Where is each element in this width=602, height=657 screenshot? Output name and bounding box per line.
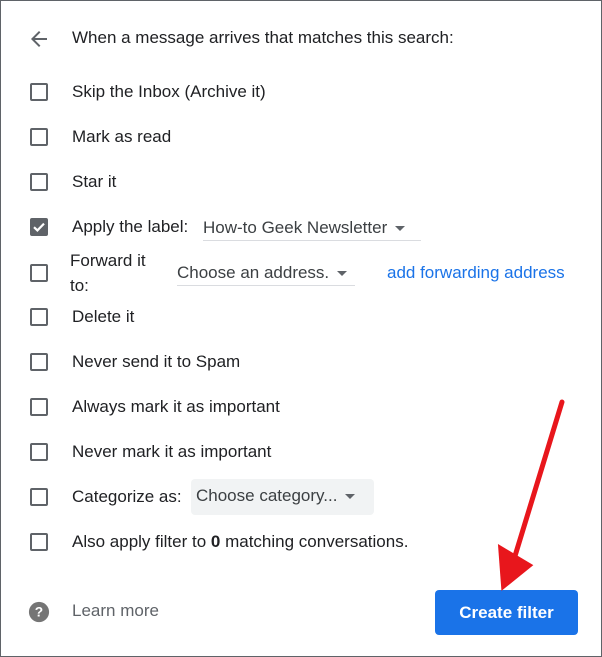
forward-address-select[interactable]: Choose an address. xyxy=(177,260,355,286)
option-skip-inbox: Skip the Inbox (Archive it) xyxy=(1,74,601,110)
option-also-apply: Also apply filter to 0 matching conversa… xyxy=(1,524,601,560)
learn-more-link[interactable]: Learn more xyxy=(72,601,159,621)
never-important-checkbox[interactable] xyxy=(30,443,48,461)
delete-label: Delete it xyxy=(72,307,135,326)
also-apply-prefix: Also apply filter to xyxy=(72,532,211,551)
category-select[interactable]: Choose category... xyxy=(191,479,374,515)
apply-label-label: Apply the label: xyxy=(72,217,189,236)
label-select[interactable]: How-to Geek Newsletter xyxy=(203,215,421,241)
apply-label-checkbox[interactable] xyxy=(30,218,48,236)
option-apply-label: Apply the label: How-to Geek Newsletter xyxy=(1,209,601,245)
mark-as-read-label: Mark as read xyxy=(72,127,172,146)
checkmark-icon xyxy=(33,222,45,232)
option-forward: Forward it to: Choose an address. add fo… xyxy=(1,251,601,298)
never-spam-checkbox[interactable] xyxy=(30,353,48,371)
skip-inbox-label: Skip the Inbox (Archive it) xyxy=(72,82,266,101)
category-select-value: Choose category... xyxy=(196,486,338,505)
option-never-spam: Never send it to Spam xyxy=(1,344,601,380)
categorize-label: Categorize as: xyxy=(72,487,182,506)
add-forwarding-link[interactable]: add forwarding address xyxy=(387,263,565,283)
skip-inbox-checkbox[interactable] xyxy=(30,83,48,101)
mark-as-read-checkbox[interactable] xyxy=(30,128,48,146)
back-arrow-icon[interactable] xyxy=(27,27,51,51)
never-spam-label: Never send it to Spam xyxy=(72,352,241,371)
dropdown-caret-icon xyxy=(395,226,406,232)
dropdown-caret-icon xyxy=(345,494,356,500)
always-important-checkbox[interactable] xyxy=(30,398,48,416)
also-apply-label: Also apply filter to 0 matching conversa… xyxy=(72,531,408,553)
matching-count: 0 xyxy=(210,532,221,551)
also-apply-suffix: matching conversations. xyxy=(220,532,409,551)
forward-select-value: Choose an address. xyxy=(177,263,330,282)
forward-checkbox[interactable] xyxy=(30,264,48,282)
forward-label-line2: to: xyxy=(70,276,89,295)
option-mark-as-read: Mark as read xyxy=(1,119,601,155)
star-it-label: Star it xyxy=(72,172,117,191)
always-important-label: Always mark it as important xyxy=(72,397,280,416)
forward-label-line1: Forward it xyxy=(70,251,146,270)
create-filter-button[interactable]: Create filter xyxy=(435,590,578,635)
help-icon[interactable]: ? xyxy=(28,601,50,623)
option-star-it: Star it xyxy=(1,164,601,200)
dialog-header: When a message arrives that matches this… xyxy=(1,19,601,57)
dropdown-caret-icon xyxy=(337,271,348,277)
option-categorize: Categorize as: Choose category... xyxy=(1,479,601,515)
delete-checkbox[interactable] xyxy=(30,308,48,326)
categorize-checkbox[interactable] xyxy=(30,488,48,506)
star-it-checkbox[interactable] xyxy=(30,173,48,191)
option-always-important: Always mark it as important xyxy=(1,389,601,425)
also-apply-checkbox[interactable] xyxy=(30,533,48,551)
option-never-important: Never mark it as important xyxy=(1,434,601,470)
svg-text:?: ? xyxy=(35,605,43,620)
never-important-label: Never mark it as important xyxy=(72,442,272,461)
option-delete: Delete it xyxy=(1,299,601,335)
filter-dialog: When a message arrives that matches this… xyxy=(0,0,602,657)
header-text: When a message arrives that matches this… xyxy=(72,28,454,47)
label-select-value: How-to Geek Newsletter xyxy=(203,218,388,237)
